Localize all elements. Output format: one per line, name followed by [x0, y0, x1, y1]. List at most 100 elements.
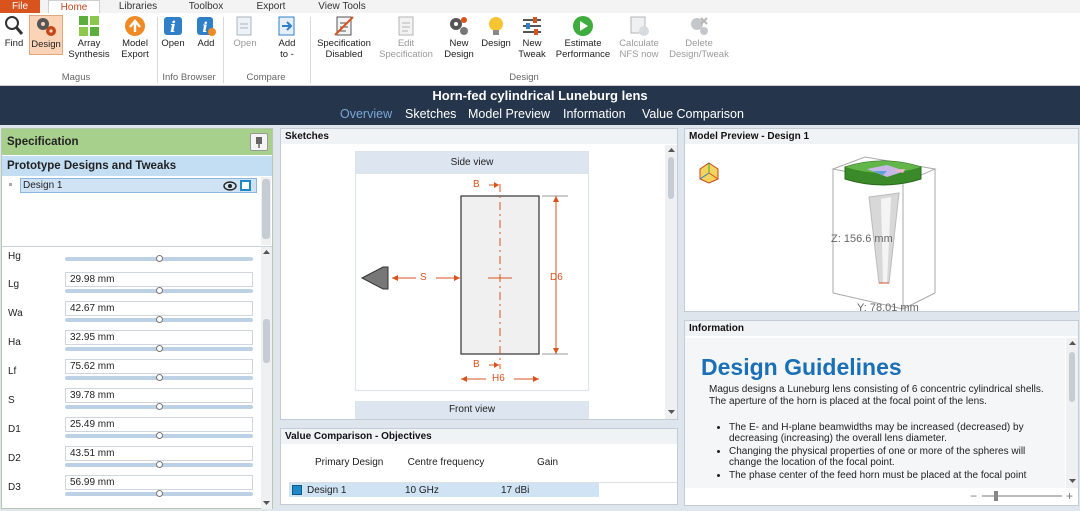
- compare-add-to-button[interactable]: Add to -: [270, 15, 304, 60]
- array-synthesis-button[interactable]: Array Synthesis: [67, 15, 111, 60]
- param-value-field[interactable]: 42.67 mm: [65, 301, 253, 316]
- svg-text:i: i: [202, 20, 207, 36]
- param-slider[interactable]: [65, 403, 253, 410]
- export-arrow-icon: [124, 15, 146, 37]
- calculate-nfs-button[interactable]: Calculate NFS now: [617, 15, 661, 60]
- specification-panel: Specification Prototype Designs and Twea…: [1, 128, 273, 509]
- design-bulb-button[interactable]: Design: [480, 15, 512, 49]
- param-slider[interactable]: [65, 490, 253, 497]
- sketches-panel: Sketches Side view B S D6 B H6 Front vie…: [280, 128, 678, 420]
- info-open-button[interactable]: i Open: [159, 15, 187, 49]
- information-scrollbar[interactable]: [1066, 338, 1078, 488]
- slider-thumb[interactable]: [156, 316, 163, 323]
- param-value-field[interactable]: 32.95 mm: [65, 330, 253, 345]
- zoom-slider-thumb[interactable]: [994, 491, 998, 501]
- param-value-field[interactable]: 25.49 mm: [65, 417, 253, 432]
- info-add-button[interactable]: i Add: [193, 15, 219, 49]
- information-content: Design Guidelines Magus designs a Lunebu…: [685, 338, 1065, 488]
- zoom-in-icon[interactable]: +: [1066, 489, 1073, 503]
- array-grid-icon: [78, 15, 100, 37]
- new-tweak-button[interactable]: New Tweak: [516, 15, 548, 60]
- param-label: D2: [8, 453, 21, 464]
- scroll-up-icon[interactable]: [1068, 340, 1077, 346]
- param-slider[interactable]: [65, 316, 253, 323]
- sketches-scrollbar[interactable]: [665, 145, 677, 419]
- scroll-down-icon[interactable]: [1068, 478, 1077, 484]
- model-preview-header: Model Preview - Design 1: [685, 129, 1078, 144]
- param-slider[interactable]: [65, 255, 253, 262]
- slider-thumb[interactable]: [156, 374, 163, 381]
- comparison-row[interactable]: Design 1 10 GHz 17 dBi: [289, 483, 599, 497]
- slider-thumb[interactable]: [156, 432, 163, 439]
- nav-value-comparison[interactable]: Value Comparison: [642, 107, 744, 121]
- scroll-down-icon[interactable]: [262, 500, 271, 506]
- slider-thumb[interactable]: [156, 403, 163, 410]
- nav-overview[interactable]: Overview: [340, 107, 392, 121]
- tab-toolbox[interactable]: Toolbox: [186, 0, 226, 13]
- slider-thumb[interactable]: [156, 461, 163, 468]
- tab-view-tools[interactable]: View Tools: [316, 0, 368, 13]
- tab-libraries[interactable]: Libraries: [118, 0, 158, 13]
- model-preview-panel: Model Preview - Design 1 Z: 156.6 mm Y: …: [684, 128, 1079, 312]
- scroll-down-icon[interactable]: [667, 409, 676, 415]
- nav-information[interactable]: Information: [563, 107, 626, 121]
- pin-button[interactable]: [250, 133, 268, 151]
- param-slider[interactable]: [65, 374, 253, 381]
- new-design-button[interactable]: New Design: [441, 15, 477, 60]
- dim-b-bottom: B: [473, 359, 480, 370]
- edit-specification-button[interactable]: Edit Specification: [377, 15, 435, 60]
- compare-add-icon: [276, 15, 298, 37]
- specification-disabled-button[interactable]: Specification Disabled: [313, 15, 375, 60]
- lens-3d-model[interactable]: [825, 153, 945, 311]
- scroll-thumb[interactable]: [1069, 352, 1075, 402]
- param-value-field[interactable]: 39.78 mm: [65, 388, 253, 403]
- comparison-table-header: Primary Design Centre frequency Gain: [289, 451, 677, 483]
- information-title: Information: [685, 321, 1078, 336]
- scroll-up-icon[interactable]: [262, 249, 271, 255]
- nav-sketches[interactable]: Sketches: [405, 107, 456, 121]
- model-export-button[interactable]: Model Export: [116, 15, 154, 60]
- zoom-out-icon[interactable]: −: [970, 489, 977, 503]
- play-icon: [572, 15, 594, 37]
- gears-icon: [35, 16, 57, 38]
- specification-disabled-icon: [333, 15, 355, 37]
- param-value-field[interactable]: 56.99 mm: [65, 475, 253, 490]
- param-value-field[interactable]: 75.62 mm: [65, 359, 253, 374]
- param-value-field[interactable]: 29.98 mm: [65, 272, 253, 287]
- estimate-performance-button[interactable]: Estimate Performance: [553, 15, 613, 60]
- param-slider[interactable]: [65, 432, 253, 439]
- tab-export[interactable]: Export: [254, 0, 288, 13]
- z-dimension-label: Z: 156.6 mm: [831, 233, 893, 245]
- axes-orientation-icon[interactable]: [697, 161, 721, 185]
- slider-thumb[interactable]: [156, 490, 163, 497]
- value-comparison-panel: Value Comparison - Objectives Primary De…: [280, 428, 678, 505]
- nav-model-preview[interactable]: Model Preview: [468, 107, 550, 121]
- value-comparison-title: Value Comparison - Objectives: [281, 429, 677, 444]
- model-preview-design: Design 1: [767, 131, 810, 142]
- find-button[interactable]: Find: [3, 15, 25, 49]
- parameters-scrollbar[interactable]: [261, 247, 272, 509]
- slider-thumb[interactable]: [156, 287, 163, 294]
- param-slider[interactable]: [65, 345, 253, 352]
- prototypes-scrollbar[interactable]: [261, 177, 271, 245]
- dim-b-top: B: [473, 179, 480, 190]
- compare-open-button[interactable]: Open: [228, 15, 262, 49]
- design-1-checkbox[interactable]: [240, 180, 251, 191]
- row-design: Design 1: [307, 485, 347, 496]
- param-row: Hg: [2, 247, 261, 267]
- eye-icon[interactable]: [223, 180, 237, 192]
- design-button[interactable]: Design: [29, 15, 63, 55]
- tab-file[interactable]: File: [0, 0, 40, 13]
- scroll-thumb[interactable]: [668, 157, 674, 199]
- param-value-field[interactable]: 43.51 mm: [65, 446, 253, 461]
- front-view-label: Front view: [355, 401, 589, 419]
- param-slider[interactable]: [65, 461, 253, 468]
- scroll-thumb[interactable]: [263, 319, 270, 363]
- design-1-item[interactable]: Design 1: [20, 178, 257, 193]
- scroll-up-icon[interactable]: [667, 147, 676, 153]
- delete-design-tweak-button[interactable]: Delete Design/Tweak: [666, 15, 732, 60]
- slider-thumb[interactable]: [156, 255, 163, 262]
- slider-thumb[interactable]: [156, 345, 163, 352]
- tab-home[interactable]: Home: [48, 0, 100, 13]
- param-slider[interactable]: [65, 287, 253, 294]
